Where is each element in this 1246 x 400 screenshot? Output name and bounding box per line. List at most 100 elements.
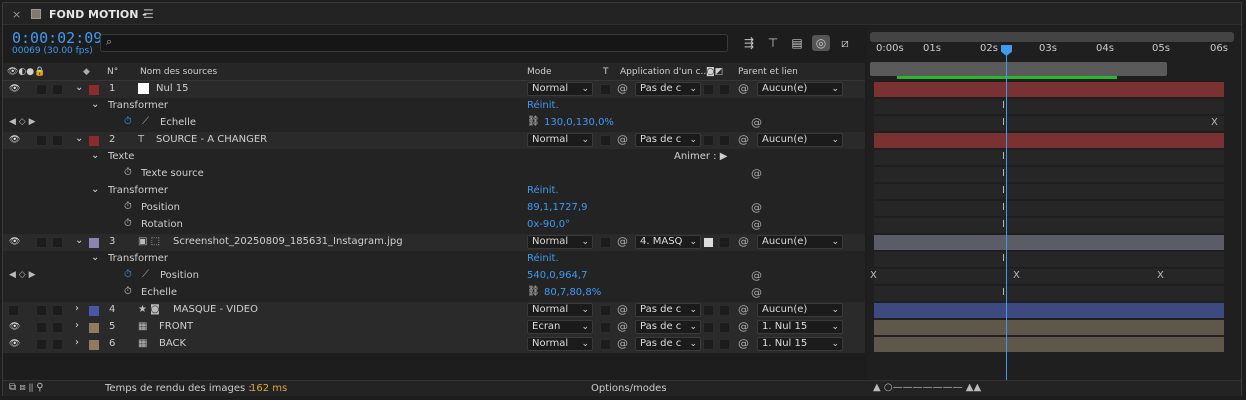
blend-mode-dropdown[interactable]: Normal ⌄ [527,235,593,249]
stopwatch-icon[interactable]: ⏱ [124,286,132,297]
track-matte-pickwhip-icon[interactable]: @ [617,303,628,316]
track-matte-pickwhip-icon[interactable]: @ [617,320,628,333]
stopwatch-icon[interactable]: ⏱ [124,167,132,178]
matte-type-toggle[interactable] [703,135,714,146]
track-matte-pickwhip-icon[interactable]: @ [617,235,628,248]
keyframe-marker[interactable]: I [1002,151,1005,162]
keyframe-marker[interactable]: I [1002,168,1005,179]
property-track[interactable] [874,201,1224,216]
frame-blending-icon[interactable]: ▤ [788,35,806,51]
expression-pickwhip-icon[interactable]: @ [751,116,762,129]
layer-row[interactable]: 👁 ⌄ 3 ▣ ⬚ Screenshot_20250809_185631_Instagr… [3,234,865,251]
visibility-eye-icon[interactable]: 👁 [9,237,21,247]
close-tab-icon[interactable]: × [12,8,21,21]
property-value[interactable]: 80,7,80,8% [544,287,601,298]
stopwatch-icon[interactable]: ⏱ [124,116,132,127]
reset-link[interactable]: Réinit. [527,253,559,264]
layer-duration-bar[interactable] [874,337,1224,352]
visibility-eye-icon[interactable]: 👁 [9,322,21,332]
keyframe-navigator[interactable]: ◀ ◇ ▶ [9,117,36,127]
property-track[interactable] [874,116,1224,131]
layer-name[interactable]: Screenshot_20250809_185631_Instagram.jpg [173,236,403,247]
matte-type-toggle[interactable] [703,305,714,316]
label-color-swatch[interactable] [89,85,99,95]
property-track[interactable] [874,99,1224,114]
label-color-swatch[interactable] [89,340,99,350]
matte-invert-toggle[interactable] [719,339,730,350]
layer-duration-bar[interactable] [874,82,1224,97]
parent-pickwhip-icon[interactable]: @ [738,303,749,316]
track-matte-dropdown[interactable]: 4. MASQ ⌄ [635,235,701,249]
property-row[interactable]: ⏱ Position 89,1,1727,9 @ [3,200,865,217]
lock-toggle[interactable] [52,135,63,146]
property-row[interactable]: ◀ ◇ ▶ ⏱ ⟋ Position 540,0,964,7 @ [3,268,865,285]
matte-invert-toggle[interactable] [719,84,730,95]
lock-toggle[interactable] [52,84,63,95]
property-track[interactable] [874,150,1224,165]
visibility-eye-icon[interactable]: 👁 [9,339,21,349]
keyframe-marker[interactable]: I [1002,117,1005,128]
preserve-transparency-checkbox[interactable] [600,237,611,248]
matte-type-toggle[interactable] [703,339,714,350]
property-track[interactable] [874,269,1224,284]
matte-invert-toggle[interactable] [719,305,730,316]
expand-chevron-icon[interactable]: › [75,303,79,314]
layer-name[interactable]: MASQUE - VIDEO [173,304,258,315]
audio-toggle[interactable] [36,237,47,248]
expression-pickwhip-icon[interactable]: @ [751,269,762,282]
graph-editor-icon[interactable]: ⧄ [836,35,854,51]
property-track[interactable] [874,252,1224,267]
track-matte-pickwhip-icon[interactable]: @ [617,133,628,146]
expand-chevron-icon[interactable]: ⌄ [91,99,99,110]
layer-row[interactable]: 👁 ⌄ 2 T SOURCE - A CHANGER Normal ⌄ @ Pas de c ⌄ @… [3,132,865,149]
parent-dropdown[interactable]: Aucun(e) ⌄ [757,133,843,147]
expand-chevron-icon[interactable]: ⌄ [75,82,83,93]
current-time-display[interactable]: 0:00:02:09 [12,29,102,47]
property-group-row[interactable]: ⌄ Transformer Réinit. [3,98,865,115]
property-track[interactable] [874,167,1224,182]
property-group-row[interactable]: ⌄ Texte Animer : ▶ [3,149,865,166]
layer-duration-bar[interactable] [874,235,1224,250]
audio-toggle[interactable] [36,305,47,316]
parent-pickwhip-icon[interactable]: @ [738,82,749,95]
lock-toggle[interactable] [52,237,63,248]
expand-chevron-icon[interactable]: ⌄ [91,184,99,195]
expand-chevron-icon[interactable]: ⌄ [91,252,99,263]
track-matte-dropdown[interactable]: Pas de c ⌄ [635,303,701,317]
property-track[interactable] [874,184,1224,199]
property-row[interactable]: ◀ ◇ ▶ ⏱ ⟋ Echelle ⛓ 130,0,130,0% @ [3,115,865,132]
audio-toggle[interactable] [36,135,47,146]
layer-name[interactable]: FRONT [159,321,193,332]
animate-menu[interactable]: Animer : ▶ [674,151,727,162]
keyframe-marker[interactable]: X [1211,117,1218,128]
label-color-swatch[interactable] [89,306,99,316]
layer-search-input[interactable] [100,34,728,52]
audio-toggle[interactable] [36,322,47,333]
keyframe-marker[interactable]: I [1002,185,1005,196]
options-modes-toggle[interactable]: Options/modes [591,383,667,394]
keyframe-marker[interactable]: I [1002,287,1005,298]
expand-chevron-icon[interactable]: › [75,320,79,331]
keyframe-marker[interactable]: X [1013,270,1020,281]
layer-name[interactable]: Nul 15 [156,83,189,94]
expand-chevron-icon[interactable]: ⌄ [91,150,99,161]
blend-mode-dropdown[interactable]: Normal ⌄ [527,82,593,96]
layer-row[interactable]: 👁 ⌄ 1 Nul 15 Normal ⌄ @ Pas de c ⌄ @ Aucun(e) ⌄ [3,81,865,98]
property-track[interactable] [874,218,1224,233]
expand-chevron-icon[interactable]: ⌄ [75,235,83,246]
constrain-proportions-link-icon[interactable]: ⛓ [527,116,540,127]
visibility-eye-icon[interactable]: 👁 [9,84,21,94]
keyframe-marker[interactable]: X [870,270,877,281]
keyframe-marker[interactable]: I [1002,219,1005,230]
lock-toggle[interactable] [52,322,63,333]
visibility-eye-icon[interactable]: 👁 [9,135,21,145]
stopwatch-icon[interactable]: ⏱ [124,218,132,229]
property-row[interactable]: ⏱ Rotation 0x-90,0° @ [3,217,865,234]
preserve-transparency-checkbox[interactable] [600,135,611,146]
layer-row[interactable]: 👁 › 6 ▦ BACK Normal ⌄ @ Pas de c ⌄ @1. Nul 15 ⌄ [3,336,865,353]
label-color-swatch[interactable] [89,238,99,248]
reset-link[interactable]: Réinit. [527,100,559,111]
property-value[interactable]: 130,0,130,0% [544,117,614,128]
graph-icon[interactable]: ⟋ [142,116,149,127]
preserve-transparency-checkbox[interactable] [600,339,611,350]
